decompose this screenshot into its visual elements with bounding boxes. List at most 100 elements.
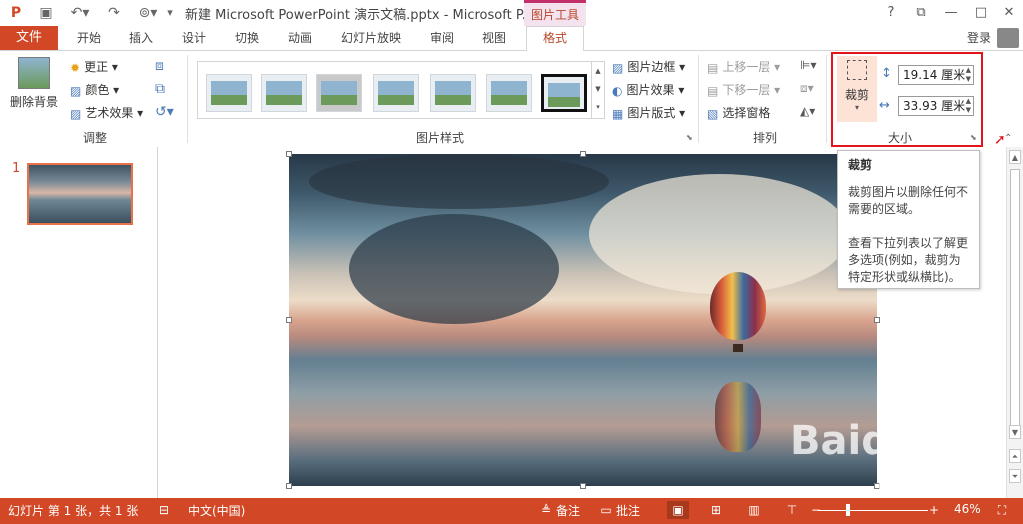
crop-tooltip: 裁剪 裁剪图片以删除任何不需要的区域。 查看下拉列表以了解更多选项(例如，裁剪为… bbox=[837, 150, 980, 289]
style-thumb[interactable] bbox=[316, 74, 362, 112]
remove-background-button[interactable]: 删除背景 bbox=[8, 57, 60, 110]
bring-forward-label: 上移一层 bbox=[722, 60, 771, 74]
gallery-scroll-icon[interactable]: ▲ ▼ ▾ bbox=[591, 62, 604, 118]
rotate-icon[interactable]: ◭▾ bbox=[800, 104, 815, 118]
style-thumb[interactable] bbox=[206, 74, 252, 112]
group-icon[interactable]: ⧈▾ bbox=[800, 81, 814, 96]
artistic-effects-icon: ▨ bbox=[70, 106, 82, 121]
tab-view[interactable]: 视图 bbox=[479, 26, 509, 50]
zoom-in-icon[interactable]: + bbox=[926, 503, 942, 517]
resize-handle[interactable] bbox=[580, 483, 586, 489]
spell-check-icon[interactable]: ⊟ bbox=[156, 503, 172, 517]
reset-picture-icon[interactable]: ↺▾ bbox=[155, 104, 174, 120]
selection-pane-button[interactable]: ▧ 选择窗格 bbox=[707, 104, 770, 121]
group-separator bbox=[187, 55, 188, 143]
tab-home[interactable]: 开始 bbox=[74, 26, 104, 50]
redo-icon[interactable]: ↷ bbox=[104, 3, 124, 23]
slide-number: 1 bbox=[12, 161, 21, 176]
scroll-thumb[interactable] bbox=[1010, 169, 1020, 439]
style-thumb[interactable] bbox=[430, 74, 476, 112]
notes-button[interactable]: 备注 bbox=[556, 502, 580, 519]
slide-thumbnail-pane: 1 bbox=[0, 147, 158, 498]
style-thumb[interactable] bbox=[373, 74, 419, 112]
language-indicator[interactable]: 中文(中国) bbox=[188, 502, 245, 519]
resize-handle[interactable] bbox=[286, 317, 292, 323]
align-icon[interactable]: ⊫▾ bbox=[800, 58, 816, 72]
resize-handle[interactable] bbox=[286, 483, 292, 489]
resize-handle[interactable] bbox=[874, 317, 880, 323]
prev-slide-icon[interactable]: ⏶ bbox=[1009, 449, 1021, 463]
tab-transitions[interactable]: 切换 bbox=[232, 26, 262, 50]
normal-view-icon[interactable]: ▣ bbox=[667, 501, 689, 519]
picture-effects-button[interactable]: ◐ 图片效果 ▾ bbox=[612, 81, 684, 98]
zoom-level[interactable]: 46% bbox=[954, 502, 981, 516]
tab-review[interactable]: 审阅 bbox=[427, 26, 457, 50]
picture-tools-context-label: 图片工具 bbox=[524, 0, 586, 26]
customize-qa-icon[interactable]: ▾ bbox=[162, 3, 178, 23]
tab-format[interactable]: 格式 bbox=[526, 26, 584, 51]
title-bar: P ▣ ↶▾ ↷ ⊚▾ ▾ 新建 Microsoft PowerPoint 演示… bbox=[0, 0, 1023, 26]
maximize-icon[interactable]: □ bbox=[966, 3, 996, 23]
tab-animations[interactable]: 动画 bbox=[285, 26, 315, 50]
sun-icon: ✹ bbox=[70, 60, 81, 75]
bring-forward-button[interactable]: ▤ 上移一层 ▾ bbox=[707, 58, 780, 75]
compress-pictures-icon[interactable]: ⧈ bbox=[155, 58, 164, 74]
close-icon[interactable]: ✕ bbox=[994, 3, 1023, 23]
picture-layout-icon: ▦ bbox=[612, 106, 624, 121]
picture-effects-label: 图片效果 bbox=[626, 83, 675, 97]
powerpoint-logo-icon: P bbox=[10, 5, 22, 21]
zoom-slider[interactable] bbox=[818, 510, 928, 511]
tab-design[interactable]: 设计 bbox=[179, 26, 209, 50]
zoom-slider-knob[interactable] bbox=[846, 504, 850, 516]
sign-in-link[interactable]: 登录 bbox=[967, 26, 991, 50]
style-thumb[interactable] bbox=[261, 74, 307, 112]
slide-thumbnail[interactable] bbox=[27, 163, 133, 225]
reading-view-icon[interactable]: ▥ bbox=[746, 503, 762, 517]
undo-icon[interactable]: ↶▾ bbox=[66, 3, 94, 23]
fit-to-window-icon[interactable]: ⛶ bbox=[994, 503, 1010, 517]
minimize-icon[interactable]: — bbox=[936, 3, 966, 23]
vertical-scrollbar[interactable]: ▲ ▼ ⏶ ⏷ bbox=[1006, 147, 1023, 498]
present-icon[interactable]: ⊚▾ bbox=[134, 3, 162, 23]
cloud-shape bbox=[349, 214, 559, 324]
corrections-button[interactable]: ✹ 更正 ▾ bbox=[70, 58, 118, 75]
tab-insert[interactable]: 插入 bbox=[126, 26, 156, 50]
balloon-basket bbox=[733, 344, 743, 352]
change-picture-icon[interactable]: ⧉ bbox=[155, 81, 165, 97]
hot-air-balloon bbox=[710, 272, 766, 340]
notes-icon[interactable]: ≜ bbox=[538, 503, 554, 517]
selected-picture[interactable] bbox=[289, 154, 877, 486]
resize-handle[interactable] bbox=[580, 151, 586, 157]
resize-handle[interactable] bbox=[286, 151, 292, 157]
slide-sorter-icon[interactable]: ⊞ bbox=[708, 503, 724, 517]
picture-layout-button[interactable]: ▦ 图片版式 ▾ bbox=[612, 104, 685, 121]
comments-icon[interactable]: ▭ bbox=[598, 503, 614, 517]
remove-background-icon bbox=[18, 57, 50, 89]
slideshow-view-icon[interactable]: ⊤ bbox=[784, 503, 800, 517]
slide-count: 幻灯片 第 1 张，共 1 张 bbox=[8, 504, 139, 518]
help-icon[interactable]: ? bbox=[876, 3, 906, 23]
scroll-down-icon[interactable]: ▼ bbox=[1009, 425, 1021, 439]
style-thumb[interactable] bbox=[541, 74, 587, 112]
tooltip-text-1: 裁剪图片以删除任何不需要的区域。 bbox=[848, 185, 969, 216]
tab-file[interactable]: 文件 bbox=[0, 26, 58, 50]
picture-styles-gallery: ▲ ▼ ▾ bbox=[197, 61, 605, 119]
ribbon-display-icon[interactable]: ⧉ bbox=[906, 3, 936, 23]
send-backward-label: 下移一层 bbox=[722, 83, 771, 97]
color-button[interactable]: ▨ 颜色 ▾ bbox=[70, 81, 119, 98]
tab-slideshow[interactable]: 幻灯片放映 bbox=[338, 26, 404, 50]
tooltip-text-2: 查看下拉列表以了解更多选项(例如，裁剪为特定形状或纵横比)。 bbox=[848, 236, 969, 284]
save-icon[interactable]: ▣ bbox=[36, 3, 56, 23]
artistic-effects-label: 艺术效果 bbox=[85, 106, 134, 120]
dialog-launcher-icon[interactable]: ⬊ bbox=[686, 133, 693, 142]
comments-button[interactable]: 批注 bbox=[616, 502, 640, 519]
style-thumb[interactable] bbox=[486, 74, 532, 112]
avatar[interactable] bbox=[997, 28, 1019, 48]
selection-pane-icon: ▧ bbox=[707, 106, 719, 121]
cloud-shape bbox=[309, 154, 609, 209]
artistic-effects-button[interactable]: ▨ 艺术效果 ▾ bbox=[70, 104, 143, 121]
scroll-up-icon[interactable]: ▲ bbox=[1009, 150, 1021, 164]
picture-border-button[interactable]: ▨ 图片边框 ▾ bbox=[612, 58, 685, 75]
send-backward-button[interactable]: ▤ 下移一层 ▾ bbox=[707, 81, 780, 98]
next-slide-icon[interactable]: ⏷ bbox=[1009, 469, 1021, 483]
